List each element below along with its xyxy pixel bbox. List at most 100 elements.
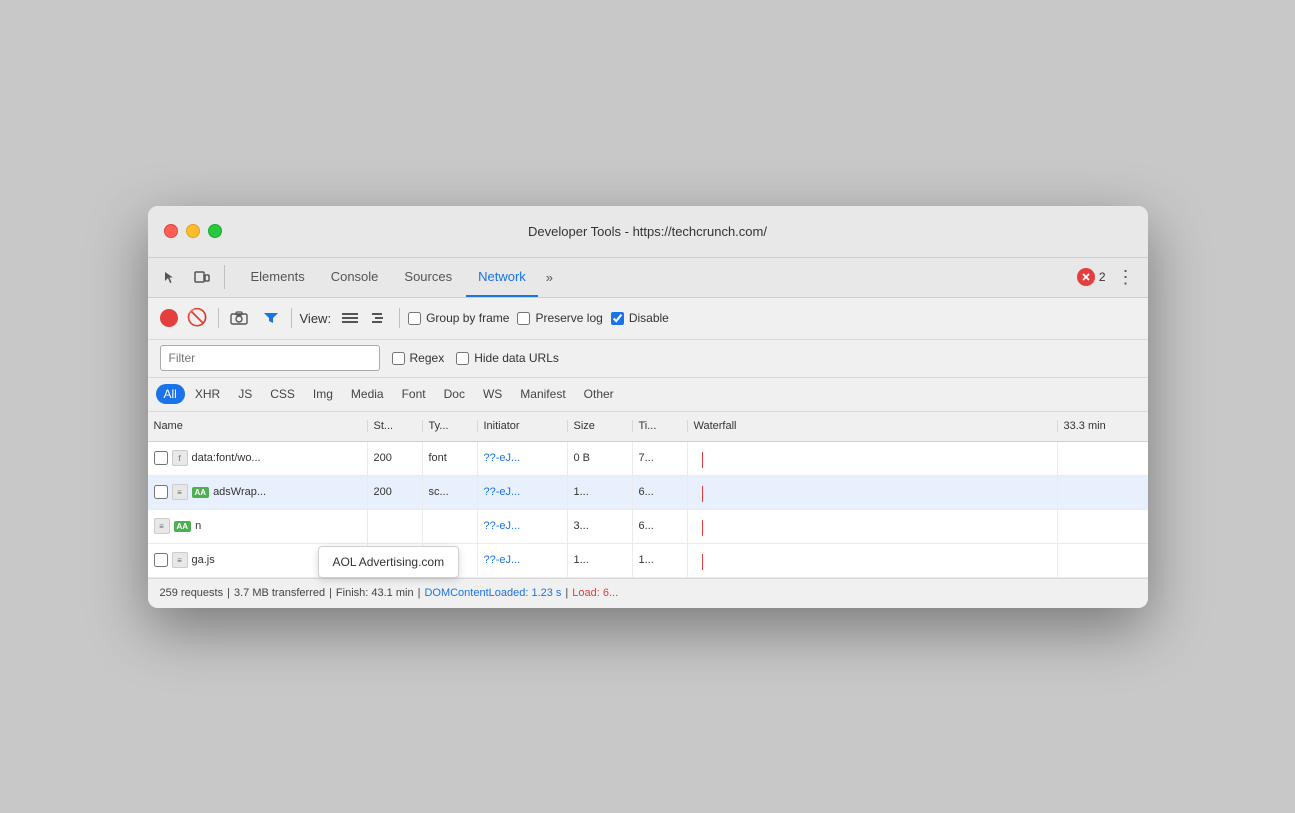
th-status[interactable]: St... xyxy=(368,420,423,432)
td-time-2: 6... xyxy=(633,510,688,543)
error-count: 2 xyxy=(1099,270,1106,284)
view-list-icon[interactable] xyxy=(339,308,361,328)
td-extra-0 xyxy=(1058,442,1148,475)
tab-bar: Elements Console Sources Network » 2 ⋮ xyxy=(148,258,1148,298)
devtools-menu-icon[interactable]: ⋮ xyxy=(1112,263,1140,291)
type-manifest[interactable]: Manifest xyxy=(512,384,573,404)
status-dom: DOMContentLoaded: 1.23 s xyxy=(424,587,561,599)
preserve-log-checkbox[interactable] xyxy=(517,312,530,325)
type-xhr[interactable]: XHR xyxy=(187,384,228,404)
table-row[interactable]: ≡ ga.js 200 sc... ??-eJ... 1... 1... xyxy=(148,544,1148,578)
row-name-2: n xyxy=(195,520,201,532)
filter-input-wrap xyxy=(160,345,380,371)
view-tree-icon[interactable] xyxy=(369,308,391,328)
table-body: f data:font/wo... 200 font ??-eJ... 0 B … xyxy=(148,442,1148,578)
type-other[interactable]: Other xyxy=(576,384,622,404)
error-close-icon[interactable] xyxy=(1077,268,1095,286)
td-size-0: 0 B xyxy=(568,442,633,475)
type-js[interactable]: JS xyxy=(230,384,260,404)
td-type-0: font xyxy=(423,442,478,475)
status-requests: 259 requests xyxy=(160,587,224,599)
td-status-2 xyxy=(368,510,423,543)
camera-icon[interactable] xyxy=(227,306,251,330)
minimize-button[interactable] xyxy=(186,224,200,238)
regex-label[interactable]: Regex xyxy=(392,351,445,365)
group-by-frame-label[interactable]: Group by frame xyxy=(408,311,509,325)
status-transferred: 3.7 MB transferred xyxy=(234,587,325,599)
type-ws[interactable]: WS xyxy=(475,384,510,404)
toolbar-divider-2 xyxy=(291,308,292,328)
preserve-log-label[interactable]: Preserve log xyxy=(517,311,602,325)
type-filter-bar: All XHR JS CSS Img Media Font Doc WS Man… xyxy=(148,378,1148,412)
window-title: Developer Tools - https://techcrunch.com… xyxy=(528,224,767,239)
th-waterfall[interactable]: Waterfall xyxy=(688,420,1058,432)
th-name[interactable]: Name xyxy=(148,420,368,432)
td-status-0: 200 xyxy=(368,442,423,475)
filter-input[interactable] xyxy=(160,345,380,371)
tab-network[interactable]: Network xyxy=(466,258,538,297)
td-waterfall-0 xyxy=(688,442,1058,475)
filter-bar: Regex Hide data URLs xyxy=(148,340,1148,378)
row-name-0: data:font/wo... xyxy=(192,452,261,464)
type-doc[interactable]: Doc xyxy=(436,384,473,404)
tab-sources[interactable]: Sources xyxy=(392,258,464,297)
title-bar: Developer Tools - https://techcrunch.com… xyxy=(148,206,1148,258)
th-initiator[interactable]: Initiator xyxy=(478,420,568,432)
regex-checkbox[interactable] xyxy=(392,352,405,365)
td-initiator-2: ??-eJ... xyxy=(478,510,568,543)
td-name-1: ≡ AA adsWrap... xyxy=(148,476,368,509)
cursor-icon[interactable] xyxy=(156,263,184,291)
aa-badge-2: AA xyxy=(174,521,192,532)
type-img[interactable]: Img xyxy=(305,384,341,404)
td-time-0: 7... xyxy=(633,442,688,475)
device-toggle-icon[interactable] xyxy=(188,263,216,291)
tab-bar-right: 2 ⋮ xyxy=(1077,258,1140,297)
td-size-1: 1... xyxy=(568,476,633,509)
td-initiator-3: ??-eJ... xyxy=(478,544,568,577)
tab-more[interactable]: » xyxy=(540,258,559,297)
disable-cache-label[interactable]: Disable xyxy=(611,311,669,325)
clear-button[interactable]: 🚫 xyxy=(186,306,210,330)
th-time2: 33.3 min xyxy=(1058,420,1148,432)
disable-cache-checkbox[interactable] xyxy=(611,312,624,325)
th-type[interactable]: Ty... xyxy=(423,420,478,432)
row-name-3: ga.js xyxy=(192,554,215,566)
close-button[interactable] xyxy=(164,224,178,238)
file-icon-1: ≡ xyxy=(172,484,188,500)
record-button[interactable] xyxy=(160,309,178,327)
file-icon-2: ≡ xyxy=(154,518,170,534)
devtools-window: Developer Tools - https://techcrunch.com… xyxy=(148,206,1148,608)
row-checkbox-1[interactable] xyxy=(154,485,168,499)
status-finish: Finish: 43.1 min xyxy=(336,587,414,599)
type-all[interactable]: All xyxy=(156,384,185,404)
th-time[interactable]: Ti... xyxy=(633,420,688,432)
filter-icon[interactable] xyxy=(259,306,283,330)
tab-divider xyxy=(224,265,225,289)
table-row[interactable]: ≡ AA adsWrap... 200 sc... ??-eJ... 1... … xyxy=(148,476,1148,510)
traffic-lights xyxy=(164,224,222,238)
td-type-1: sc... xyxy=(423,476,478,509)
hide-data-urls-checkbox[interactable] xyxy=(456,352,469,365)
type-media[interactable]: Media xyxy=(343,384,392,404)
hide-data-urls-label[interactable]: Hide data URLs xyxy=(456,351,559,365)
td-waterfall-3 xyxy=(688,544,1058,577)
td-type-2 xyxy=(423,510,478,543)
toolbar-divider-1 xyxy=(218,308,219,328)
group-by-frame-checkbox[interactable] xyxy=(408,312,421,325)
tab-console[interactable]: Console xyxy=(319,258,391,297)
td-name-0: f data:font/wo... xyxy=(148,442,368,475)
toolbar: 🚫 View: xyxy=(148,298,1148,340)
td-extra-1 xyxy=(1058,476,1148,509)
toolbar-divider-3 xyxy=(399,308,400,328)
row-checkbox-0[interactable] xyxy=(154,451,168,465)
type-css[interactable]: CSS xyxy=(262,384,303,404)
status-bar: 259 requests | 3.7 MB transferred | Fini… xyxy=(148,578,1148,608)
table-row[interactable]: f data:font/wo... 200 font ??-eJ... 0 B … xyxy=(148,442,1148,476)
th-size[interactable]: Size xyxy=(568,420,633,432)
td-initiator-1: ??-eJ... xyxy=(478,476,568,509)
table-row[interactable]: ≡ AA n AOL Advertising.com ??-eJ... 3...… xyxy=(148,510,1148,544)
tab-elements[interactable]: Elements xyxy=(239,258,317,297)
maximize-button[interactable] xyxy=(208,224,222,238)
type-font[interactable]: Font xyxy=(394,384,434,404)
row-checkbox-3[interactable] xyxy=(154,553,168,567)
